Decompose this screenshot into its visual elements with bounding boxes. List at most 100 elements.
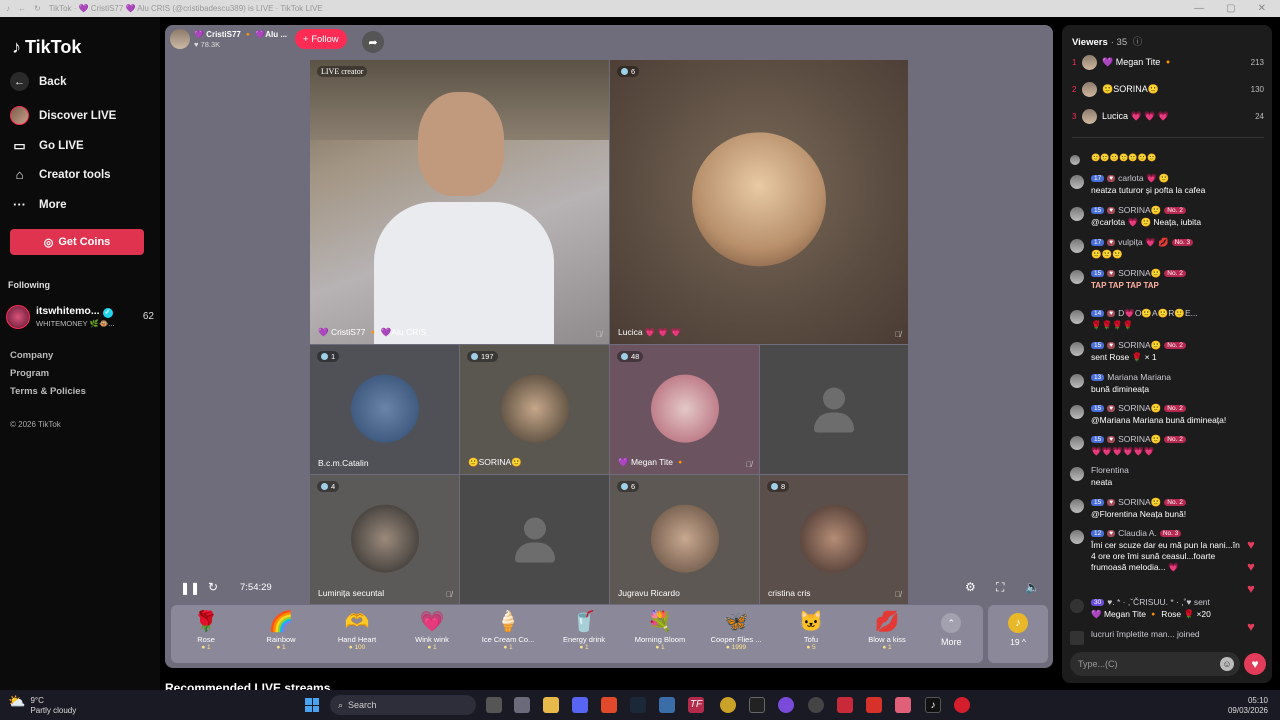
steam-icon[interactable]: [630, 697, 646, 713]
chat-text: neatza tuturor și pofta la cafea: [1091, 185, 1206, 195]
more-gifts-button[interactable]: ⌃ More: [941, 609, 962, 647]
emoji-icon[interactable]: ☺: [1220, 657, 1234, 671]
share-icon[interactable]: ➦: [362, 31, 384, 53]
file-explorer-icon[interactable]: [543, 697, 559, 713]
settings-icon[interactable]: ⚙: [965, 580, 976, 594]
widgets-icon[interactable]: [514, 697, 530, 713]
video-tile-guest[interactable]: 6 Lucica 💗 💗 💗 🎙̸: [610, 60, 908, 344]
video-tile-guest[interactable]: 1 B.c.m.Catalin: [310, 345, 459, 474]
sidebar-item-discover-live[interactable]: Discover LIVE: [10, 106, 116, 125]
fan-badge-icon: ♥: [1107, 529, 1116, 537]
obs-icon[interactable]: [808, 697, 824, 713]
gift-wink-wink[interactable]: 💗 Wink wink ● 1: [397, 609, 467, 651]
windows-start-icon[interactable]: [305, 698, 319, 712]
host-name[interactable]: 💜 CristiS77 🔸 💜Alu ...: [194, 30, 287, 40]
adobe-icon[interactable]: [837, 697, 853, 713]
pause-icon[interactable]: ❚❚: [180, 581, 200, 595]
get-coins-button[interactable]: ◎ Get Coins: [10, 229, 144, 255]
back-button[interactable]: ← Back: [10, 72, 67, 91]
gift-ice-cream[interactable]: 🍦 Ice Cream Co... ● 1: [473, 609, 543, 651]
gift-tofu[interactable]: 🐱 Tofu ● 5: [776, 609, 846, 651]
player-controls: ❚❚ ↻ 7:54:29 ⚙ ⛶ 🔈: [165, 577, 1053, 601]
fullscreen-icon[interactable]: ⛶: [996, 580, 1004, 595]
volume-icon[interactable]: 🔈: [1025, 580, 1040, 594]
sidebar-item-more[interactable]: ··· More: [10, 195, 66, 214]
terminal-icon[interactable]: [749, 697, 765, 713]
following-account[interactable]: itswhitemo... ✓ WHITEMONEY 🌿🐵... 62: [6, 303, 156, 331]
photos-icon[interactable]: [659, 697, 675, 713]
follow-button[interactable]: + Follow: [295, 29, 347, 49]
gift-rainbow[interactable]: 🌈 Rainbow ● 1: [246, 609, 316, 651]
coin-app-icon[interactable]: [720, 697, 736, 713]
viewer-row[interactable]: 3 Lucica 💗 💗 💗 24: [1072, 107, 1264, 125]
taskbar-search[interactable]: ⌕ Search: [330, 695, 476, 715]
video-tile-host[interactable]: LIVE creator 💜 CristiS77 🔸 💜Alu CRIS 🎙̸: [310, 60, 609, 344]
footer-link-terms[interactable]: Terms & Policies: [10, 386, 86, 397]
discord-icon[interactable]: [572, 697, 588, 713]
tiktok-logo[interactable]: ♪ TikTok: [12, 37, 81, 58]
live-stream-player[interactable]: 💜 CristiS77 🔸 💜Alu ... ♥ 78.3K + Follow …: [165, 25, 1053, 668]
chat-text: @Mariana Mariana bună dimineața!: [1091, 415, 1227, 425]
gift-rose[interactable]: 🌹 Rose ● 1: [171, 609, 241, 651]
gift-blow-a-kiss[interactable]: 💋 Blow a kiss ● 1: [852, 609, 922, 651]
guest-avatar: [650, 374, 719, 443]
close-icon[interactable]: ✕: [1258, 3, 1266, 14]
coin-icon: ♪: [1008, 613, 1028, 633]
footer-link-program[interactable]: Program: [10, 368, 49, 379]
guest-badge-count: 48: [631, 352, 640, 361]
chat-header: Florentina: [1091, 465, 1129, 475]
gift-energy-drink[interactable]: 🥤 Energy drink ● 1: [549, 609, 619, 651]
chat-text: 💜 Megan Tite 🔸 Rose 🌹 ×20: [1091, 609, 1211, 619]
gift-morning-bloom[interactable]: 💐 Morning Bloom ● 1: [625, 609, 695, 651]
system-clock[interactable]: 05:10 09/03/2026: [1228, 696, 1268, 716]
app-icon[interactable]: [895, 697, 911, 713]
gift-price-value: 1: [888, 644, 892, 651]
opera-icon[interactable]: [954, 697, 970, 713]
level-badge: 15: [1091, 342, 1105, 349]
twitch-icon[interactable]: [778, 697, 794, 713]
gem-icon: [621, 353, 628, 360]
avatar: [1070, 467, 1084, 481]
chat-message: 15 ♥ SORINA🙂 No. 2 @Mariana Mariana bună di…: [1070, 403, 1266, 429]
chat-input[interactable]: Type...(C) ☺: [1070, 652, 1240, 676]
back-nav-icon[interactable]: ←: [18, 4, 26, 13]
reload-icon[interactable]: ↻: [34, 4, 41, 13]
weather-widget[interactable]: ⛅ 9°C Partly cloudy: [8, 694, 76, 716]
minimize-icon[interactable]: —: [1194, 3, 1204, 14]
video-camera-icon: ▭: [13, 137, 26, 153]
coin-balance-button[interactable]: ♪ 19 ^: [988, 605, 1048, 663]
guest-badge-count: 4: [331, 482, 336, 491]
viewer-row[interactable]: 1 💜 Megan Tite 🔸 213: [1072, 53, 1264, 71]
chat-header: 12 ♥ Claudia A. No. 3: [1091, 528, 1182, 538]
chat-text: @carlota 💗 🙂 Neața, iubita: [1091, 217, 1202, 227]
gift-price-value: 1: [661, 644, 665, 651]
chat-username: SORINA🙂: [1118, 434, 1162, 444]
chat-username: Claudia A.: [1118, 528, 1157, 538]
maximize-icon[interactable]: ▢: [1226, 3, 1235, 14]
viewer-row[interactable]: 2 🙂SORINA🙂 130: [1072, 80, 1264, 98]
gift-cooper-flies[interactable]: 🦋 Cooper Flies ... ● 1999: [701, 609, 771, 651]
refresh-icon[interactable]: ↻: [208, 580, 218, 594]
chat-messages[interactable]: 🙂🙂🙂🙂🙂🙂🙂 17 ♥ carlota 💗 🙂 neatza tuturor și…: [1062, 145, 1272, 645]
kiss-lips-icon: 💋: [874, 611, 900, 633]
chat-text: 💗💗💗💗💗💗: [1091, 446, 1155, 456]
gem-icon: [321, 353, 328, 360]
avatar[interactable]: [170, 29, 190, 49]
task-view-icon[interactable]: [486, 697, 502, 713]
footer-link-company[interactable]: Company: [10, 350, 53, 361]
office-icon[interactable]: [866, 697, 882, 713]
brave-icon[interactable]: [601, 697, 617, 713]
game-launcher-icon[interactable]: TF: [688, 697, 704, 713]
video-tile-guest[interactable]: 197 🙂SORINA🙂: [460, 345, 609, 474]
info-icon[interactable]: ⓘ: [1133, 37, 1143, 48]
sidebar-item-creator-tools[interactable]: ⌂ Creator tools: [10, 165, 111, 184]
video-tile-guest[interactable]: 48 💜 Megan Tite 🔸 🎙̸: [610, 345, 759, 474]
video-tile-empty[interactable]: [760, 345, 908, 474]
chat-input-placeholder: Type...(C): [1078, 659, 1118, 669]
gift-hand-heart[interactable]: 🫶 Hand Heart ● 100: [322, 609, 392, 651]
tiktok-app-icon[interactable]: ♪: [925, 697, 941, 713]
level-badge: 17: [1091, 239, 1105, 246]
sidebar-item-go-live[interactable]: ▭ Go LIVE: [10, 136, 83, 155]
like-heart-button[interactable]: ♥: [1244, 653, 1266, 675]
gift-name: Tofu: [803, 635, 819, 644]
